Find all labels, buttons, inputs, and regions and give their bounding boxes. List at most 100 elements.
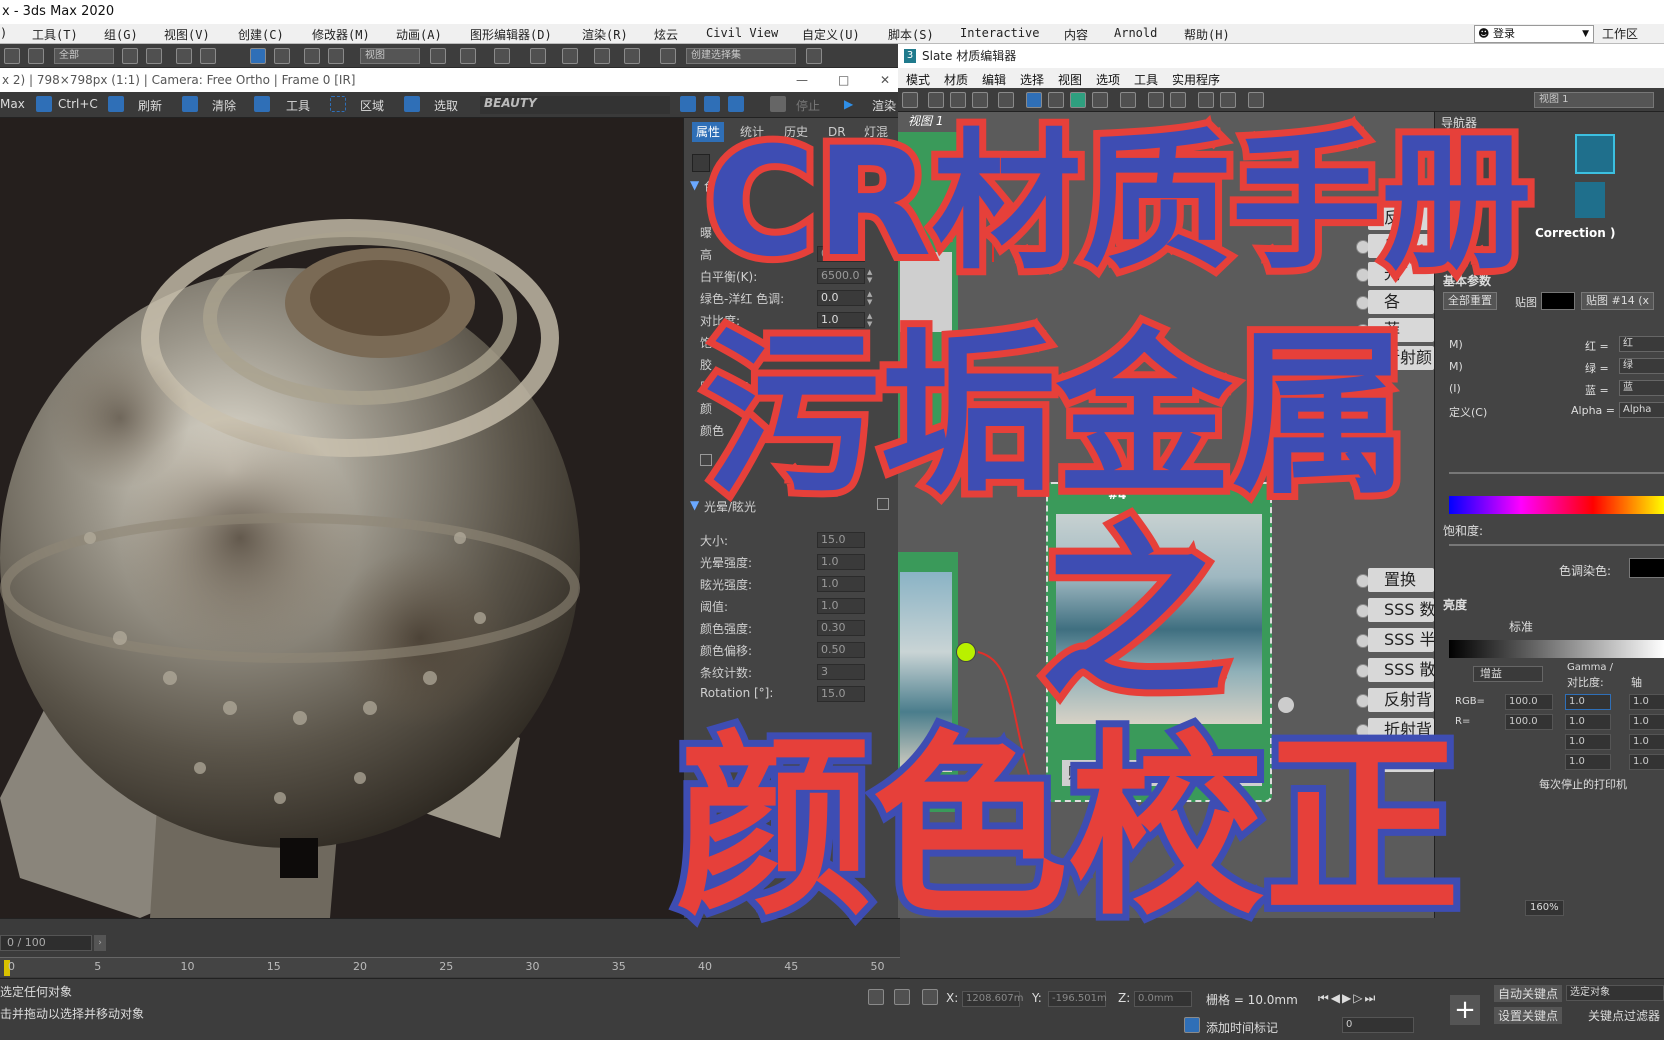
gain-value[interactable]: 100.0 xyxy=(1505,714,1553,730)
pivot-value[interactable]: 1.0 xyxy=(1629,734,1664,750)
close-button[interactable]: ✕ xyxy=(880,68,890,92)
scale-icon[interactable] xyxy=(304,48,320,64)
zoom-in-icon[interactable] xyxy=(680,96,696,112)
clear-button[interactable]: 清除 xyxy=(212,97,236,114)
save-max-button[interactable]: Max xyxy=(0,97,25,111)
set-key-button[interactable]: 设置关键点 xyxy=(1494,1007,1563,1024)
channel-dropdown[interactable]: Alpha xyxy=(1619,402,1664,418)
tools-button[interactable]: 工具 xyxy=(286,97,310,114)
select-by-material-icon[interactable] xyxy=(1220,92,1236,108)
next-frame-arrow-icon[interactable]: › xyxy=(94,935,106,951)
collapse-arrow-icon[interactable]: ▼ xyxy=(690,498,699,512)
menu-customize[interactable]: 自定义(U) xyxy=(802,26,860,43)
add-time-tag-button[interactable]: 添加时间标记 xyxy=(1206,1019,1278,1036)
slate-menu-select[interactable]: 选择 xyxy=(1020,71,1044,88)
menu-arnold[interactable]: Arnold xyxy=(1114,26,1157,40)
material-id-icon[interactable] xyxy=(1120,92,1136,108)
move-children-icon[interactable] xyxy=(1026,92,1042,108)
menu-graph-editors[interactable]: 图形编辑器(D) xyxy=(470,26,552,43)
show-background-icon[interactable] xyxy=(1092,92,1108,108)
zoom-fit-icon[interactable] xyxy=(728,96,744,112)
maximize-button[interactable]: □ xyxy=(838,68,849,92)
channel-dropdown[interactable]: 红 xyxy=(1619,336,1664,352)
key-selection-dropdown[interactable]: 选定对象 xyxy=(1566,985,1664,1001)
y-coordinate-field[interactable]: -196.501m xyxy=(1048,991,1107,1007)
login-dropdown[interactable]: ☻ 登录 ▼ xyxy=(1474,25,1594,43)
pivot-value[interactable]: 1.0 xyxy=(1629,714,1664,730)
slate-menu-tools[interactable]: 工具 xyxy=(1134,71,1158,88)
glare-intensity-value[interactable]: 1.0 xyxy=(817,576,865,592)
window-crossing-icon[interactable] xyxy=(200,48,216,64)
menu-content[interactable]: 内容 xyxy=(1064,26,1088,43)
slate-menu-utilities[interactable]: 实用程序 xyxy=(1172,71,1220,88)
zoom-out-icon[interactable] xyxy=(704,96,720,112)
menu-view[interactable]: 视图(V) xyxy=(164,26,210,43)
map-button[interactable]: 贴图 #14 (x xyxy=(1581,292,1655,310)
render-button[interactable]: 渲染 xyxy=(872,97,896,114)
select-object-icon[interactable] xyxy=(122,48,138,64)
slot-item[interactable]: SSS 半 xyxy=(1368,628,1434,652)
selection-lock-icon[interactable] xyxy=(868,989,884,1005)
put-material-icon[interactable] xyxy=(950,92,966,108)
bloom-intensity-value[interactable]: 1.0 xyxy=(817,554,865,570)
menu-civil-view[interactable]: Civil View xyxy=(706,26,778,40)
gamma-value[interactable]: 1.0 xyxy=(1565,714,1611,730)
menu-interactive[interactable]: Interactive xyxy=(960,26,1039,40)
tint-swatch[interactable] xyxy=(1629,558,1664,578)
named-selection-dropdown[interactable]: 创建选择集 xyxy=(686,48,796,64)
collapse-arrow-icon[interactable]: ▼ xyxy=(690,178,699,192)
gain-dropdown[interactable]: 增益 xyxy=(1473,666,1543,682)
parameter-editor-icon[interactable] xyxy=(1198,92,1214,108)
place-icon[interactable] xyxy=(328,48,344,64)
snap-icon[interactable] xyxy=(530,48,546,64)
channel-dropdown[interactable]: 蓝 xyxy=(1619,380,1664,396)
menu-scripting[interactable]: 脚本(S) xyxy=(888,26,934,43)
assign-material-icon[interactable] xyxy=(972,92,988,108)
reset-all-button[interactable]: 全部重置 xyxy=(1443,292,1497,310)
menu-animation[interactable]: 动画(A) xyxy=(396,26,442,43)
gamma-value[interactable]: 1.0 xyxy=(1565,754,1611,770)
slot-item[interactable]: 反射背 xyxy=(1368,688,1434,712)
auto-key-button[interactable]: 自动关键点 xyxy=(1494,985,1563,1002)
color-intensity-value[interactable]: 0.30 xyxy=(817,620,865,636)
menu-rendering[interactable]: 渲染(R) xyxy=(582,26,628,43)
channel-dropdown[interactable]: 绿 xyxy=(1619,358,1664,374)
move-icon[interactable] xyxy=(250,48,266,64)
menu-modifiers[interactable]: 修改器(M) xyxy=(312,26,370,43)
menu-help[interactable]: 帮助(H) xyxy=(1184,26,1230,43)
pick-material-icon[interactable] xyxy=(928,92,944,108)
slot-item[interactable]: 各 xyxy=(1368,290,1434,314)
slate-view-dropdown[interactable]: 视图 1 xyxy=(1534,92,1654,108)
set-key-plus-icon[interactable]: + xyxy=(1450,995,1480,1025)
lock-icon[interactable] xyxy=(894,989,910,1005)
region-button[interactable]: 区域 xyxy=(360,97,384,114)
streak-count-value[interactable]: 3 xyxy=(817,664,865,680)
menu-group[interactable]: 组(G) xyxy=(104,26,138,43)
menu-xuanyun[interactable]: 炫云 xyxy=(654,26,678,43)
slate-menu-view[interactable]: 视图 xyxy=(1058,71,1082,88)
reference-coord-dropdown[interactable]: 视图 xyxy=(360,48,420,64)
unlink-icon[interactable] xyxy=(28,48,44,64)
pivot-value[interactable]: 1.0 xyxy=(1629,694,1664,710)
slate-menu-edit[interactable]: 编辑 xyxy=(982,71,1006,88)
slate-menu-mode[interactable]: 模式 xyxy=(906,71,930,88)
time-ruler[interactable]: 0 5 10 15 20 25 30 35 40 45 50 xyxy=(0,957,900,977)
z-coordinate-field[interactable]: 0.0mm xyxy=(1134,991,1192,1007)
delete-icon[interactable] xyxy=(998,92,1014,108)
gamma-value[interactable]: 1.0 xyxy=(1565,694,1611,710)
link-icon[interactable] xyxy=(4,48,20,64)
slot-item[interactable]: SSS 数 xyxy=(1368,598,1434,622)
navigator-minimap[interactable] xyxy=(1575,134,1615,174)
material-map-browser-icon[interactable] xyxy=(1248,92,1264,108)
current-frame-field[interactable]: 0 xyxy=(1342,1017,1414,1033)
rotation-value[interactable]: 15.0 xyxy=(817,686,865,702)
edit-named-selection-icon[interactable] xyxy=(660,48,676,64)
selection-filter-dropdown[interactable]: 全部 xyxy=(54,48,114,64)
absolute-mode-icon[interactable] xyxy=(922,989,938,1005)
color-shift-value[interactable]: 0.50 xyxy=(817,642,865,658)
playback-controls[interactable]: ⏮◀▶▷⏭ xyxy=(1318,991,1377,1006)
select-by-name-icon[interactable] xyxy=(146,48,162,64)
stop-button[interactable]: 停止 xyxy=(796,97,820,114)
pick-button[interactable]: 选取 xyxy=(434,97,458,114)
spinner-snap-icon[interactable] xyxy=(624,48,640,64)
